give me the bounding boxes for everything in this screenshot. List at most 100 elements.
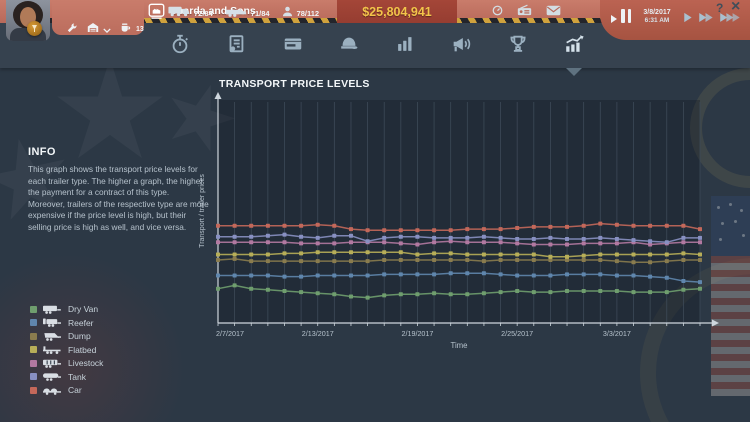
data-point-marker <box>266 253 270 257</box>
data-point-marker <box>283 233 287 237</box>
tab-achievements[interactable] <box>490 23 546 68</box>
data-point-marker <box>432 228 436 232</box>
data-point-marker <box>598 236 602 240</box>
data-point-marker <box>515 226 519 230</box>
speed-2-button[interactable] <box>697 11 714 26</box>
data-point-marker <box>482 235 486 239</box>
x-tick-label: 2/13/2017 <box>302 329 334 338</box>
tab-finances[interactable] <box>265 23 321 68</box>
data-point-marker <box>332 224 336 228</box>
avatar[interactable] <box>6 0 50 41</box>
data-point-marker <box>249 253 253 257</box>
data-point-marker <box>615 274 619 278</box>
chevron-down-icon[interactable] <box>103 20 111 38</box>
data-point-marker <box>233 283 237 287</box>
data-point-marker <box>415 228 419 232</box>
data-point-marker <box>233 240 237 244</box>
data-point-marker <box>216 235 220 239</box>
legend-label: Dry Van <box>68 304 98 314</box>
data-point-marker <box>565 289 569 293</box>
data-point-marker <box>482 253 486 257</box>
data-point-marker <box>349 295 353 299</box>
legend-label: Reefer <box>68 318 94 328</box>
data-point-marker <box>515 241 519 245</box>
tab-contracts[interactable] <box>208 23 264 68</box>
data-point-marker <box>615 253 619 257</box>
pause-button[interactable] <box>621 9 631 23</box>
data-point-marker <box>698 287 702 291</box>
data-point-marker <box>632 274 636 278</box>
data-point-marker <box>565 255 569 259</box>
data-point-marker <box>316 291 320 295</box>
y-axis-arrow <box>215 92 222 99</box>
tab-marketing[interactable] <box>433 23 489 68</box>
data-point-marker <box>233 257 237 261</box>
legend-label: Car <box>68 385 82 395</box>
data-point-marker <box>515 253 519 257</box>
data-point-marker <box>216 253 220 257</box>
data-point-marker <box>582 289 586 293</box>
data-point-marker <box>648 275 652 279</box>
data-point-marker <box>465 240 469 244</box>
tab-price-levels[interactable] <box>546 23 602 68</box>
data-point-marker <box>316 236 320 240</box>
data-point-marker <box>316 250 320 254</box>
chart-legend: Dry VanReeferDumpFlatbedLivestockTankCar <box>30 305 103 394</box>
close-button[interactable]: × <box>731 0 740 16</box>
gauge-button[interactable] <box>492 4 503 19</box>
reefer-trailer-icon <box>42 318 63 327</box>
data-point-marker <box>648 290 652 294</box>
data-point-marker <box>465 253 469 257</box>
speed-1-button[interactable] <box>682 11 693 26</box>
data-point-marker <box>415 235 419 239</box>
data-point-marker <box>548 225 552 229</box>
data-point-marker <box>399 272 403 276</box>
data-point-marker <box>565 237 569 241</box>
data-point-marker <box>632 224 636 228</box>
tab-timer[interactable] <box>152 23 208 68</box>
garage-button[interactable] <box>86 21 100 37</box>
data-point-marker <box>249 259 253 263</box>
data-point-marker <box>681 240 685 244</box>
data-point-marker <box>681 251 685 255</box>
radio-button[interactable] <box>517 4 532 19</box>
legend-label: Dump <box>68 331 91 341</box>
data-point-marker <box>582 241 586 245</box>
data-point-marker <box>499 236 503 240</box>
data-point-marker <box>648 239 652 243</box>
x-axis-arrow <box>712 320 719 327</box>
data-point-marker <box>382 272 386 276</box>
data-point-marker <box>465 236 469 240</box>
data-point-marker <box>465 258 469 262</box>
tab-staff[interactable] <box>321 23 377 68</box>
info-panel-body: This graph shows the transport price lev… <box>28 164 209 233</box>
data-point-marker <box>266 240 270 244</box>
data-point-marker <box>299 251 303 255</box>
data-point-marker <box>615 241 619 245</box>
data-point-marker <box>515 258 519 262</box>
data-point-marker <box>266 224 270 228</box>
data-point-marker <box>665 240 669 244</box>
data-point-marker <box>548 236 552 240</box>
coffee-cup-button[interactable] <box>119 22 131 37</box>
tab-statistics[interactable] <box>377 23 433 68</box>
data-point-marker <box>465 271 469 275</box>
data-point-marker <box>216 258 220 262</box>
data-point-marker <box>349 259 353 263</box>
data-point-marker <box>615 259 619 263</box>
repair-wrench-button[interactable] <box>66 22 78 37</box>
data-point-marker <box>615 289 619 293</box>
data-point-marker <box>415 292 419 296</box>
data-point-marker <box>698 240 702 244</box>
legend-item: Tank <box>30 373 103 381</box>
legend-label: Tank <box>68 372 86 382</box>
credit-card-icon <box>282 33 304 58</box>
data-point-marker <box>582 237 586 241</box>
data-point-marker <box>233 274 237 278</box>
data-point-marker <box>332 292 336 296</box>
data-point-marker <box>366 296 370 300</box>
mail-button[interactable] <box>546 4 561 19</box>
truck-stat: 72/84 <box>168 4 213 22</box>
legend-color-swatch <box>30 319 37 326</box>
help-button[interactable]: ? <box>716 1 723 15</box>
